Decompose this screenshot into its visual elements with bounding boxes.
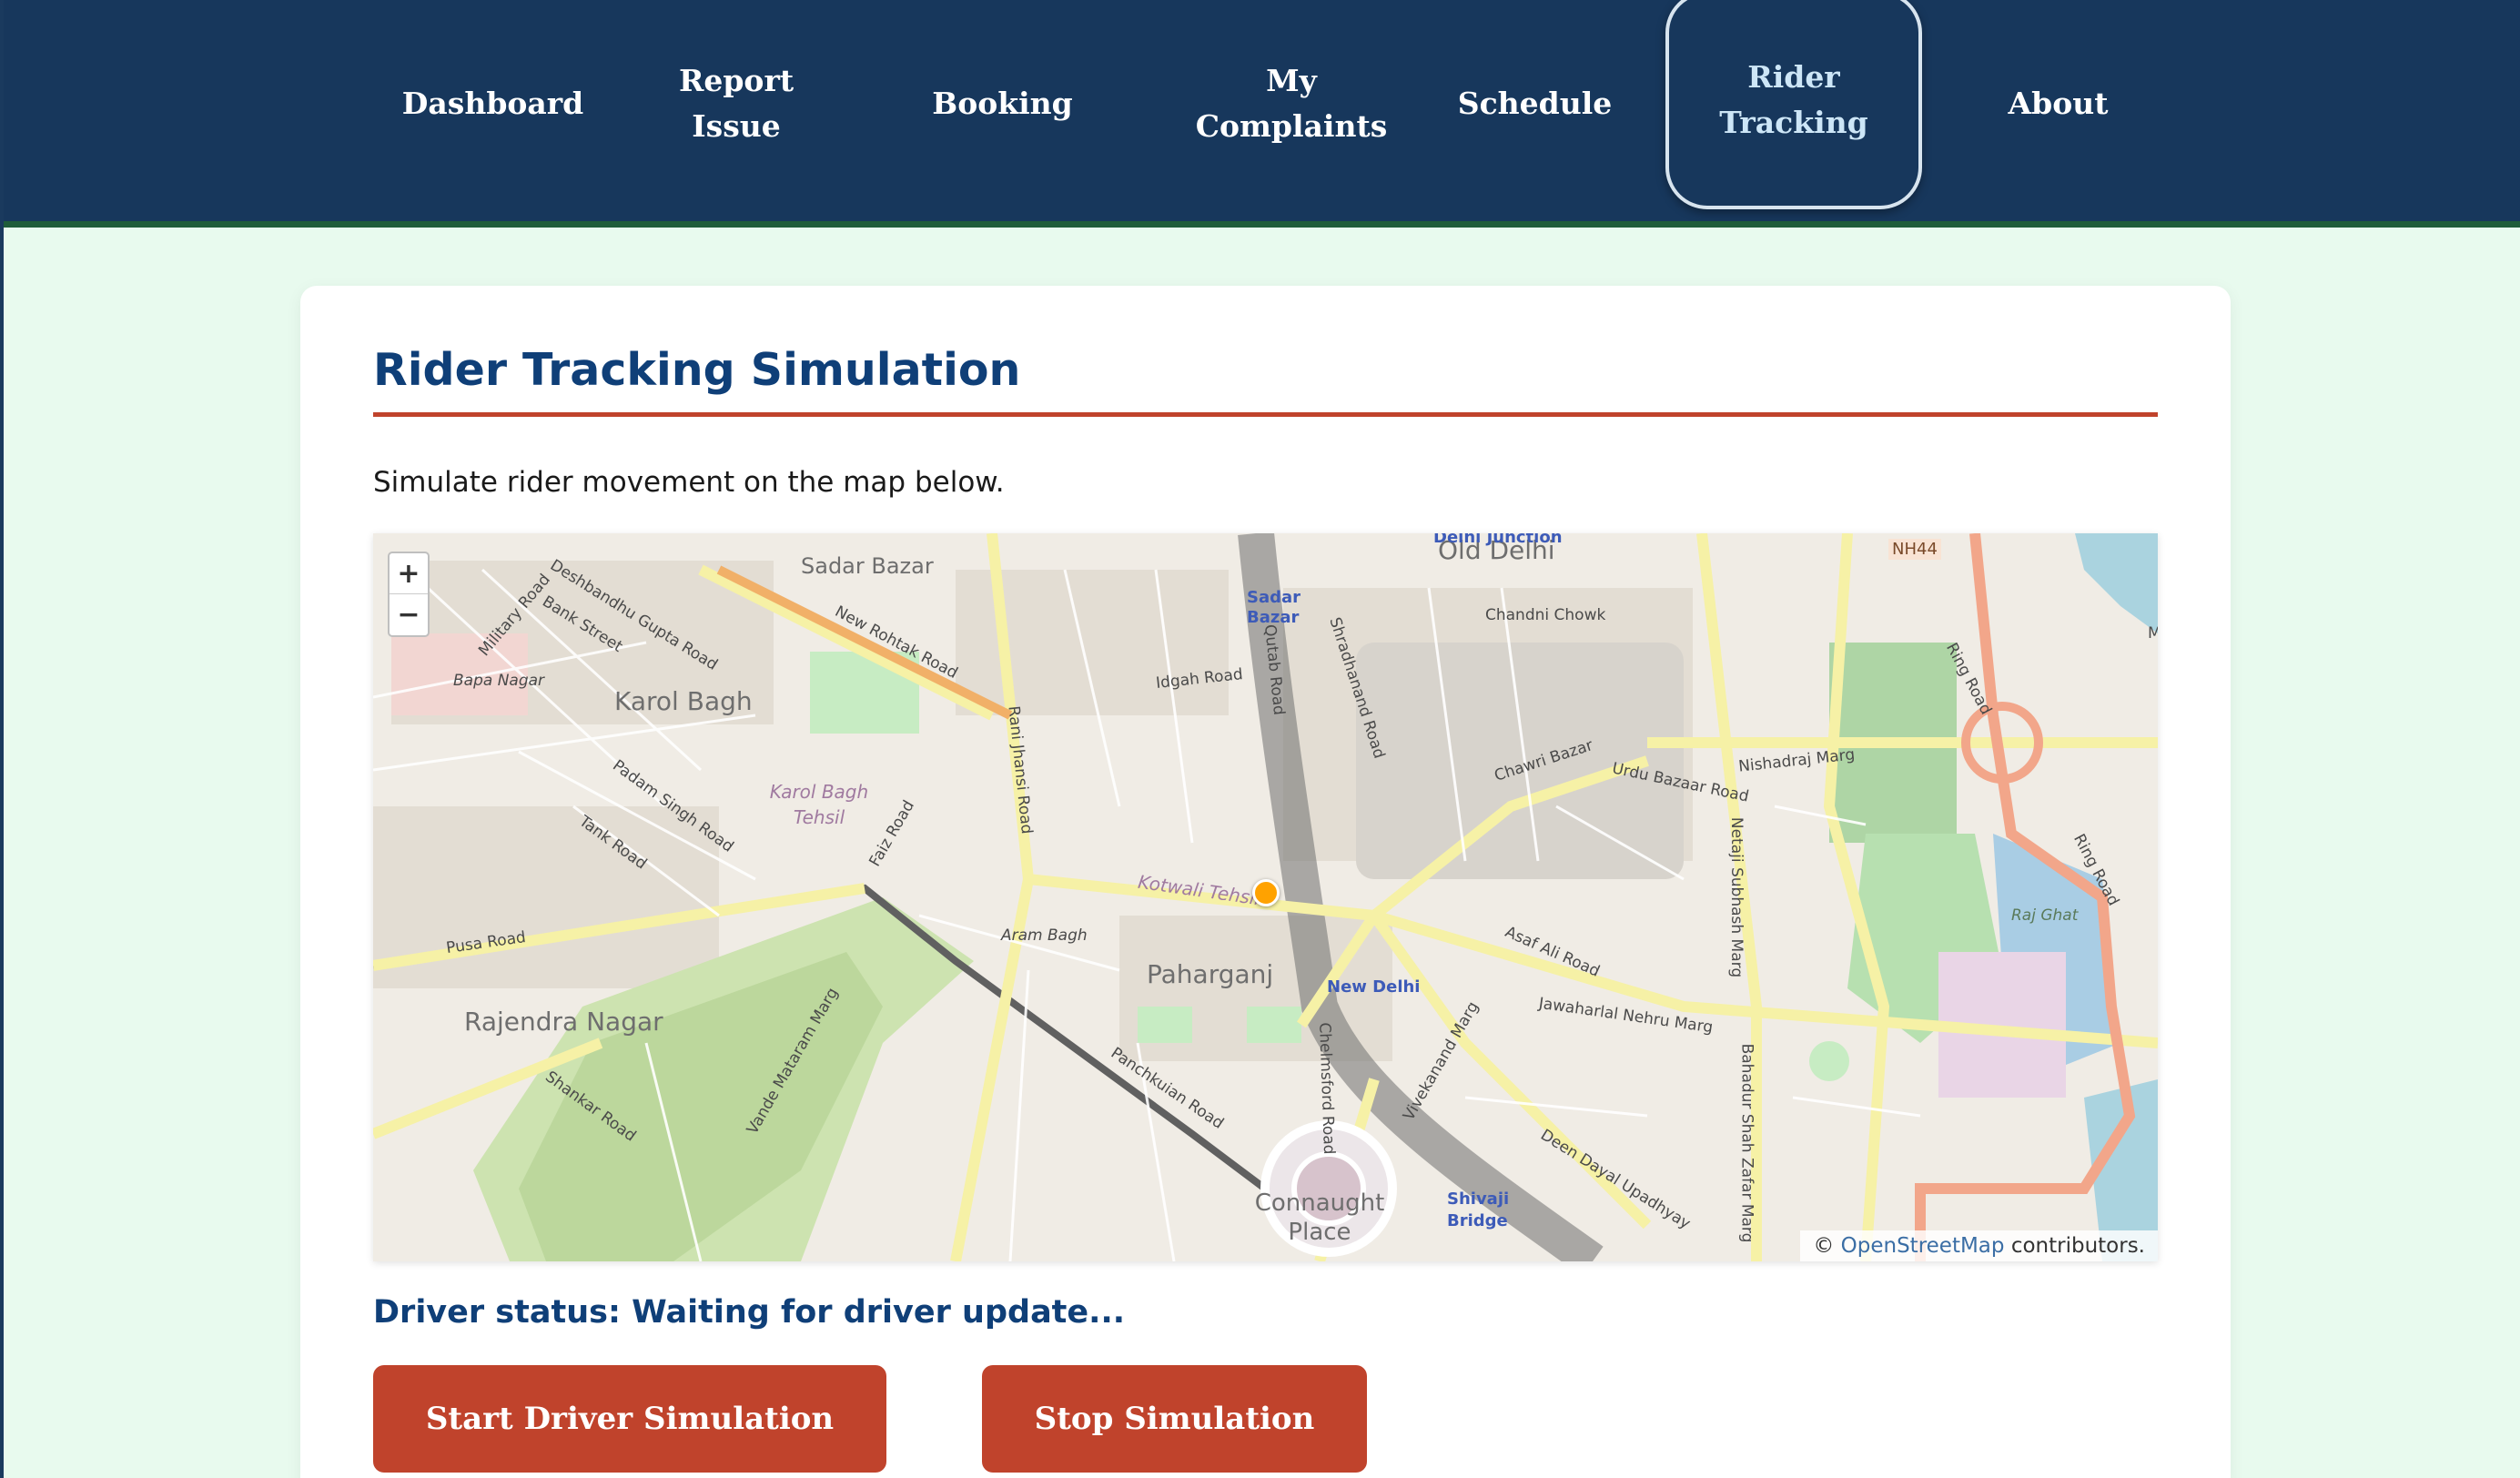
map-label-sadar-bazar-station: Sadar Bazar (1247, 588, 1301, 627)
nav-dashboard[interactable]: Dashboard (386, 0, 600, 208)
map-view[interactable]: Old Delhi Sadar Bazar Karol Bagh Paharga… (373, 533, 2158, 1261)
intro-text: Simulate rider movement on the map below… (373, 466, 1005, 499)
map-label-karol-bagh-tehsil: Karol Bagh Tehsil (769, 781, 869, 828)
title-divider (373, 412, 2158, 417)
tracking-card: Rider Tracking Simulation Simulate rider… (300, 286, 2231, 1478)
nav-about[interactable]: About (1960, 0, 2156, 208)
start-simulation-button[interactable]: Start Driver Simulation (373, 1365, 886, 1473)
map-label-bahadur-shah-zafar-marg: Bahadur Shah Zafar Marg (1737, 1043, 1756, 1243)
map-label-rajendra-nagar: Rajendra Nagar (464, 1007, 663, 1037)
map-label-bapa-nagar: Bapa Nagar (453, 672, 545, 690)
map-label-connaught-place: Connaught Place (1254, 1189, 1385, 1246)
map-label-sadar-bazar: Sadar Bazar (801, 553, 934, 579)
driver-status: Driver status: Waiting for driver update… (373, 1294, 1126, 1331)
map-label-netaji-subhash-marg: Netaji Subhash Marg (1727, 816, 1746, 978)
nav-schedule[interactable]: Schedule (1437, 0, 1633, 208)
zoom-control: + − (388, 552, 430, 637)
map-label-paharganj: Paharganj (1147, 959, 1274, 989)
attribution-contributors: contributors. (2010, 1234, 2145, 1258)
zoom-in-button[interactable]: + (390, 553, 428, 594)
map-label-karol-bagh: Karol Bagh (614, 686, 753, 716)
rider-location-marker[interactable] (1252, 879, 1280, 906)
nav-rider-tracking[interactable]: Rider Tracking (1665, 0, 1922, 209)
page-title: Rider Tracking Simulation (373, 344, 1021, 396)
map-label-delhi-junction: Delhi Junction (1433, 533, 1563, 547)
stop-simulation-button[interactable]: Stop Simulation (982, 1365, 1367, 1473)
map-label-nh44: NH44 (1888, 539, 1941, 560)
nav-my-complaints[interactable]: My Complaints (1187, 0, 1396, 208)
map-label-shivaji-bridge: Shivaji Bridge (1447, 1189, 1510, 1230)
zoom-out-button[interactable]: − (390, 594, 428, 635)
nav-report-issue[interactable]: Report Issue (645, 0, 827, 208)
map-label-aram-bagh: Aram Bagh (1001, 926, 1088, 945)
map-attribution: © OpenStreetMap contributors. (1800, 1230, 2158, 1261)
top-navbar: Dashboard Report Issue Booking My Compla… (4, 0, 2520, 228)
map-label-mahatma-gandhi-marg: Mahatma Gandhi Marg (2148, 624, 2158, 643)
map-label-chandni-chowk: Chandni Chowk (1485, 606, 1606, 624)
attribution-copyright: © (1813, 1234, 1835, 1258)
map-label-raj-ghat: Raj Ghat (2011, 906, 2079, 925)
map-label-new-delhi-station: New Delhi (1327, 977, 1421, 997)
openstreetmap-link[interactable]: OpenStreetMap (1841, 1234, 2005, 1258)
nav-booking[interactable]: Booking (905, 0, 1100, 208)
